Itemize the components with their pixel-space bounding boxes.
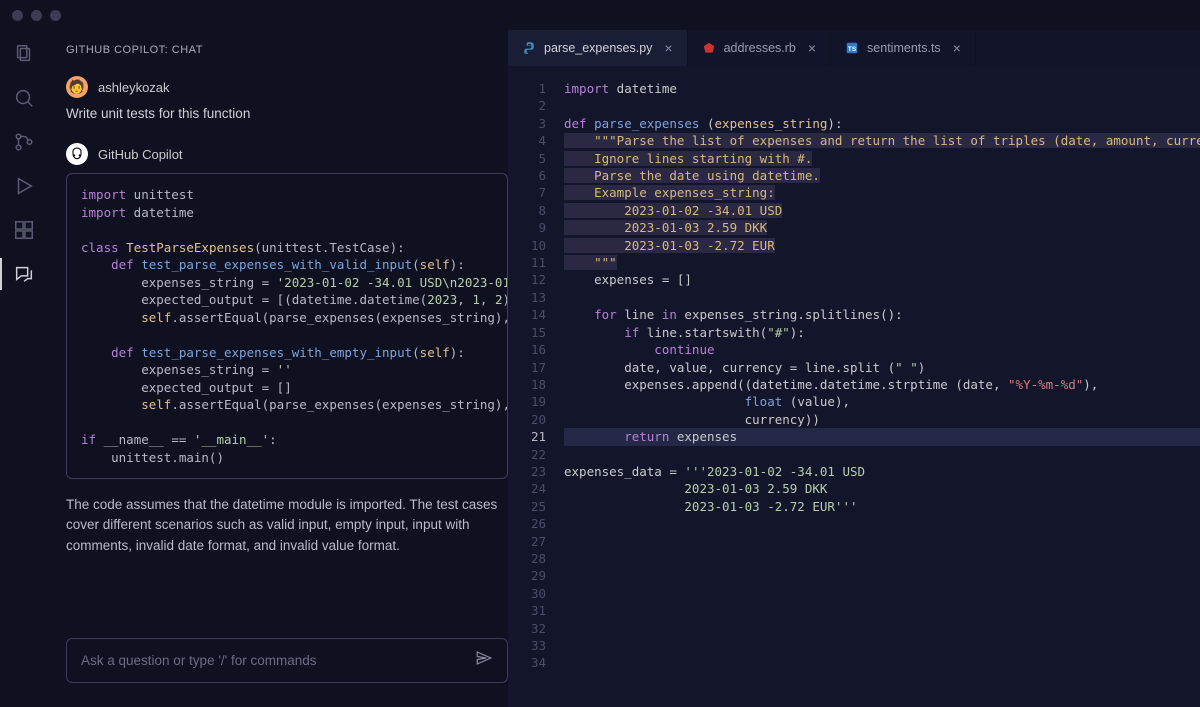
minimize-window-icon[interactable]: [31, 10, 42, 21]
copilot-chat-panel: GITHUB COPILOT: CHAT 🧑 ashleykozak Write…: [48, 30, 508, 707]
tab-parse-expenses[interactable]: parse_expenses.py ×: [508, 30, 688, 66]
extensions-icon[interactable]: [12, 218, 36, 242]
explorer-icon[interactable]: [12, 42, 36, 66]
tab-addresses[interactable]: addresses.rb ×: [688, 30, 831, 66]
tab-label: addresses.rb: [724, 41, 796, 55]
copilot-explanation: The code assumes that the datetime modul…: [66, 495, 508, 556]
panel-title: GITHUB COPILOT: CHAT: [66, 44, 508, 56]
bot-name: GitHub Copilot: [98, 147, 183, 162]
svg-text:TS: TS: [848, 46, 857, 53]
copilot-avatar-icon: [66, 143, 88, 165]
send-icon[interactable]: [475, 649, 493, 672]
scm-icon[interactable]: [12, 130, 36, 154]
editor-area: parse_expenses.py × addresses.rb × TS se…: [508, 30, 1200, 707]
close-tab-icon[interactable]: ×: [953, 40, 961, 56]
tab-sentiments[interactable]: TS sentiments.ts ×: [831, 30, 976, 66]
editor-tab-bar: parse_expenses.py × addresses.rb × TS se…: [508, 30, 1200, 66]
user-name: ashleykozak: [98, 80, 170, 95]
activity-bar: [0, 30, 48, 707]
python-file-icon: [522, 41, 536, 55]
chat-icon[interactable]: [12, 262, 36, 286]
user-message-header: 🧑 ashleykozak: [66, 76, 508, 98]
close-tab-icon[interactable]: ×: [664, 40, 672, 56]
window-titlebar: [0, 0, 1200, 30]
chat-input[interactable]: [81, 653, 475, 668]
ruby-file-icon: [702, 41, 716, 55]
close-window-icon[interactable]: [12, 10, 23, 21]
user-avatar: 🧑: [66, 76, 88, 98]
ts-file-icon: TS: [845, 41, 859, 55]
editor-body[interactable]: 1234567891011121314151617181920212223242…: [508, 66, 1200, 707]
tab-label: parse_expenses.py: [544, 41, 652, 55]
close-tab-icon[interactable]: ×: [808, 40, 816, 56]
chat-input-container[interactable]: [66, 638, 508, 683]
bot-message-header: GitHub Copilot: [66, 143, 508, 165]
run-debug-icon[interactable]: [12, 174, 36, 198]
maximize-window-icon[interactable]: [50, 10, 61, 21]
tab-label: sentiments.ts: [867, 41, 941, 55]
user-prompt-text: Write unit tests for this function: [66, 106, 508, 121]
code-area[interactable]: import datetime def parse_expenses (expe…: [564, 66, 1200, 707]
search-icon[interactable]: [12, 86, 36, 110]
copilot-code-block[interactable]: import unittest import datetime class Te…: [66, 173, 508, 479]
line-gutter: 1234567891011121314151617181920212223242…: [508, 66, 564, 707]
